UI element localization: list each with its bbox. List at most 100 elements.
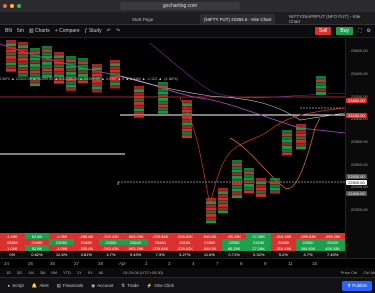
timeframe-button[interactable]: 1D	[6, 270, 11, 275]
footprint-cell	[30, 83, 40, 87]
price-chart[interactable]: CNF0 ▲ 22605.05 ▲ 22499.50 ▲ 4 22385.00 …	[0, 38, 345, 233]
footprint-cell	[182, 128, 192, 132]
browser-tab[interactable]: Start Page	[128, 14, 157, 24]
footprint-cell	[134, 95, 144, 99]
stats-cell: 12.6%	[49, 251, 74, 258]
price-tick-label: 23400.00	[351, 71, 368, 76]
footprint-cell	[282, 146, 292, 149]
footprint-cell	[232, 182, 242, 186]
buy-button[interactable]: Buy	[336, 27, 353, 35]
timeframe-button[interactable]: 1Y	[77, 270, 82, 275]
footprint-cell	[206, 204, 216, 208]
chart-canvas[interactable]	[0, 38, 345, 233]
timeframe-button[interactable]: 1M	[28, 270, 34, 275]
stats-cell: 22460	[24, 239, 50, 246]
footprint-cell	[110, 66, 120, 70]
footprint-cell	[316, 76, 326, 79]
browser-tab[interactable]: (NIFTY FUT) 22384.6 - Kite Chart	[200, 14, 276, 24]
stats-cell: 4.7%	[295, 251, 321, 258]
sell-button[interactable]: Sell	[315, 27, 332, 35]
footprint-cell	[206, 210, 216, 214]
footprint-cell	[316, 88, 326, 92]
stats-cell: 3.27%	[172, 251, 198, 258]
redo-icon[interactable]: ↷	[116, 28, 120, 34]
publish-icon: ⬆	[347, 283, 351, 288]
timeframe-button[interactable]: All	[99, 270, 103, 275]
footprint-cell	[182, 100, 192, 103]
footprint-cell	[296, 127, 306, 131]
footprint-cell	[78, 67, 88, 71]
footprint-cell	[134, 98, 144, 102]
stats-cell: 3.81%	[73, 251, 99, 258]
study-button[interactable]: ƒ Study	[85, 28, 102, 34]
footprint-cell	[6, 62, 16, 66]
stats-row: 22584 22460 23064 21880 22550 23640 23440 23184…	[0, 239, 345, 246]
bottom-menu-trade[interactable]: ⇅ Trade	[121, 283, 138, 289]
stats-cell: 22584	[0, 239, 25, 246]
symbol-button[interactable]: BN	[5, 28, 12, 34]
stats-cell: -229.84K	[147, 245, 173, 252]
footprint-cell	[30, 54, 40, 58]
publish-button[interactable]: ⬆ Publish	[342, 281, 372, 291]
minimize-window-icon[interactable]	[10, 4, 14, 8]
chart-toolbar: BN 5m ▥ Charts + Compare ƒ Study ↶ ↷ Sel…	[0, 25, 375, 38]
footprint-cell	[92, 70, 102, 74]
stats-cell: 22550	[98, 239, 124, 246]
footprint-cell	[182, 116, 192, 119]
stats-cell: 52.8K	[24, 245, 50, 252]
bottom-menu-script[interactable]: ▸ Script	[8, 283, 24, 289]
chart-option-toggle[interactable]: Ctrl Alt	[363, 270, 375, 275]
charts-button[interactable]: ▥ Charts	[29, 28, 50, 34]
browser-tab[interactable]: NIFTY25APRFUT (NFO FUT) - Kite Chart	[285, 14, 375, 24]
footprint-cell	[244, 171, 254, 175]
footprint-cell	[110, 85, 120, 89]
timeframe-button[interactable]: 6M	[51, 270, 57, 275]
address-bar[interactable]: gocharting.com	[120, 2, 240, 10]
chart-option-toggle[interactable]: Price Ctrl	[341, 270, 357, 275]
menu-icon: ⚡	[146, 282, 153, 288]
menu-label: Script	[12, 283, 24, 288]
fullscreen-icon[interactable]: ⛶	[358, 28, 362, 34]
footprint-cell	[6, 68, 16, 72]
footprint-cell	[30, 60, 40, 64]
settings-icon[interactable]: ⚙	[367, 28, 371, 34]
stats-cell: 85.28K	[221, 245, 247, 252]
footprint-cell	[244, 187, 254, 191]
maximize-window-icon[interactable]	[17, 4, 21, 8]
timeframe-button[interactable]: 5D	[17, 270, 22, 275]
timeframe-button[interactable]: 3M	[40, 270, 46, 275]
footprint-cell	[92, 86, 102, 90]
footprint-cell	[92, 64, 102, 67]
date-axis[interactable]: 24 25 26 27 28 Apr 2 3 4 7 8 9 11 15	[0, 258, 375, 268]
moving-average-line	[119, 75, 345, 121]
footprint-cell	[134, 86, 144, 89]
stats-cell: 22580	[221, 239, 247, 246]
timeframe-button[interactable]: YTD	[63, 270, 71, 275]
clock-label: 04:20:08 (UTC+05:30)	[123, 270, 164, 275]
compare-button[interactable]: + Compare	[55, 28, 80, 34]
timeframe-bar: 1D 5D 1M 3M 6M YTD 1Y 5Y All 04:20:08 (UTC+05:30)…	[0, 268, 375, 277]
close-window-icon[interactable]	[3, 4, 7, 8]
footprint-cell	[30, 51, 40, 55]
bottom-menu-account[interactable]: ◉ Account	[91, 283, 113, 289]
undo-icon[interactable]: ↶	[107, 28, 111, 34]
bottom-menu-financials[interactable]: ▤ Financials	[57, 283, 84, 289]
stats-cell: -343.43K	[98, 233, 124, 239]
footprint-cell	[232, 169, 242, 173]
footprint-cell	[244, 180, 254, 184]
footprint-cell	[42, 55, 52, 59]
stats-cell: -940.5K	[197, 245, 222, 252]
footprint-cell	[270, 181, 280, 185]
footprint-cell	[270, 178, 280, 181]
footprint-cell	[206, 201, 216, 205]
bottom-menu-alert[interactable]: 🔔 Alert	[32, 283, 49, 289]
bottom-menu-one-click[interactable]: ⚡ One Click	[147, 283, 174, 289]
menu-icon: ⇅	[121, 282, 126, 288]
timeframe-button[interactable]: 5Y	[88, 270, 93, 275]
stats-cell: 52.8K	[24, 233, 50, 239]
footprint-cell	[296, 140, 306, 143]
bottom-toolbar: ▸ Script 🔔 Alert ▤ Financials ◉ Account ⇅ Trade ⚡ O…	[0, 277, 375, 293]
interval-button[interactable]: 5m	[17, 28, 24, 34]
price-axis[interactable]: 23600.00 23400.00 23200.00 23000.00 22800.00…	[345, 38, 375, 258]
footprint-cell	[206, 198, 216, 201]
